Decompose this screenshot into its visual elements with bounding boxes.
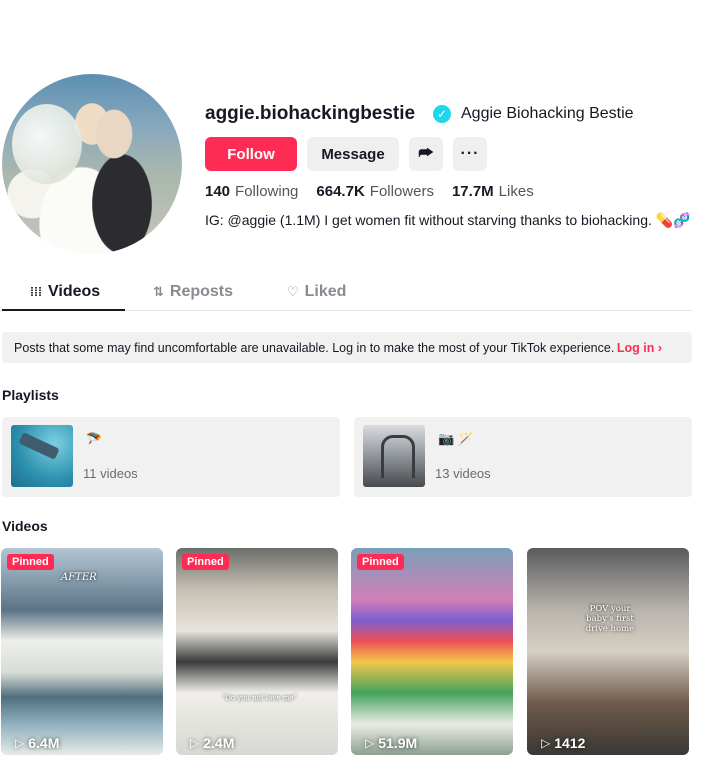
view-count: ▷ 51.9M bbox=[365, 735, 417, 751]
content-notice-banner: Posts that some may find uncomfortable a… bbox=[2, 332, 692, 363]
view-count-value: 51.9M bbox=[378, 735, 418, 751]
likes-label: Likes bbox=[498, 183, 534, 200]
pinned-badge: Pinned bbox=[182, 554, 229, 570]
play-icon: ▷ bbox=[15, 736, 25, 750]
repost-icon: ⇅ bbox=[153, 284, 164, 299]
video-overlay-text: "Do you not love me" bbox=[222, 694, 297, 702]
notice-text: Posts that some may find uncomfortable a… bbox=[14, 340, 615, 355]
playlist-title: 📷 🪄 bbox=[438, 431, 474, 446]
verified-badge-icon: ✓ bbox=[433, 105, 451, 123]
playlist-card[interactable]: 📷 🪄 13 videos bbox=[354, 417, 692, 497]
more-options-button[interactable]: ··· bbox=[453, 137, 487, 171]
video-card[interactable]: Pinned ▷ 51.9M bbox=[351, 548, 513, 755]
following-count: 140 bbox=[205, 183, 231, 200]
profile-nickname: Aggie Biohacking Bestie bbox=[461, 105, 634, 122]
video-overlay-text: AFTER bbox=[61, 572, 97, 583]
view-count-value: 2.4M bbox=[203, 735, 235, 751]
playlist-thumbnail bbox=[363, 425, 425, 487]
playlist-card[interactable]: 🪂 11 videos bbox=[2, 417, 340, 497]
pinned-badge: Pinned bbox=[357, 554, 404, 570]
follow-button[interactable]: Follow bbox=[205, 137, 297, 171]
tab-videos[interactable]: ⁞⁞⁞ Videos bbox=[30, 283, 100, 301]
playlist-count: 11 videos bbox=[83, 466, 138, 481]
message-button[interactable]: Message bbox=[307, 137, 399, 171]
followers-stat[interactable]: 664.7K Followers bbox=[316, 183, 434, 200]
view-count: ▷ 1412 bbox=[541, 735, 585, 751]
heart-icon: ♡ bbox=[287, 284, 299, 299]
likes-stat: 17.7M Likes bbox=[452, 183, 534, 200]
tab-reposts-label: Reposts bbox=[169, 283, 234, 300]
tab-liked-label: Liked bbox=[304, 283, 347, 300]
playlist-count: 13 videos bbox=[435, 466, 491, 481]
profile-tabs: ⁞⁞⁞ Videos ⇅ Reposts ♡ Liked bbox=[0, 275, 692, 311]
play-icon: ▷ bbox=[365, 736, 375, 750]
followers-label: Followers bbox=[369, 183, 434, 200]
profile-bio: IG: @aggie (1.1M) I get women fit withou… bbox=[205, 212, 691, 228]
tab-videos-label: Videos bbox=[48, 283, 101, 300]
more-icon: ··· bbox=[460, 145, 480, 162]
profile-username: aggie.biohackingbestie bbox=[205, 103, 416, 124]
video-overlay-text: POV your baby's first drive home bbox=[585, 604, 635, 634]
tab-liked[interactable]: ♡ Liked bbox=[287, 283, 346, 301]
playlist-title: 🪂 bbox=[86, 431, 103, 446]
tab-reposts[interactable]: ⇅ Reposts bbox=[153, 283, 233, 301]
playlists-heading: Playlists bbox=[2, 387, 59, 403]
profile-stats: 140 Following 664.7K Followers 17.7M Likes bbox=[205, 183, 534, 200]
playlist-thumbnail bbox=[11, 425, 73, 487]
following-label: Following bbox=[235, 183, 299, 200]
view-count: ▷ 2.4M bbox=[190, 735, 234, 751]
grid-icon: ⁞⁞⁞ bbox=[30, 285, 42, 299]
video-card[interactable]: Pinned "Do you not love me" ▷ 2.4M bbox=[176, 548, 338, 755]
share-button[interactable]: ⮫ bbox=[409, 137, 443, 171]
pinned-badge: Pinned bbox=[7, 554, 54, 570]
video-card[interactable]: POV your baby's first drive home ▷ 1412 bbox=[527, 548, 689, 755]
play-icon: ▷ bbox=[541, 736, 551, 750]
play-icon: ▷ bbox=[190, 736, 200, 750]
likes-count: 17.7M bbox=[451, 183, 494, 200]
followers-count: 664.7K bbox=[316, 183, 365, 200]
login-link[interactable]: Log in › bbox=[617, 341, 662, 355]
profile-avatar[interactable] bbox=[2, 74, 182, 254]
view-count: ▷ 6.4M bbox=[15, 735, 59, 751]
following-stat[interactable]: 140 Following bbox=[205, 183, 298, 200]
video-card[interactable]: Pinned AFTER ▷ 6.4M bbox=[1, 548, 163, 755]
share-icon: ⮫ bbox=[418, 145, 434, 162]
view-count-value: 6.4M bbox=[28, 735, 60, 751]
active-tab-indicator bbox=[2, 309, 125, 311]
view-count-value: 1412 bbox=[554, 735, 586, 751]
avatar-decor bbox=[12, 104, 82, 184]
videos-heading: Videos bbox=[2, 518, 48, 534]
